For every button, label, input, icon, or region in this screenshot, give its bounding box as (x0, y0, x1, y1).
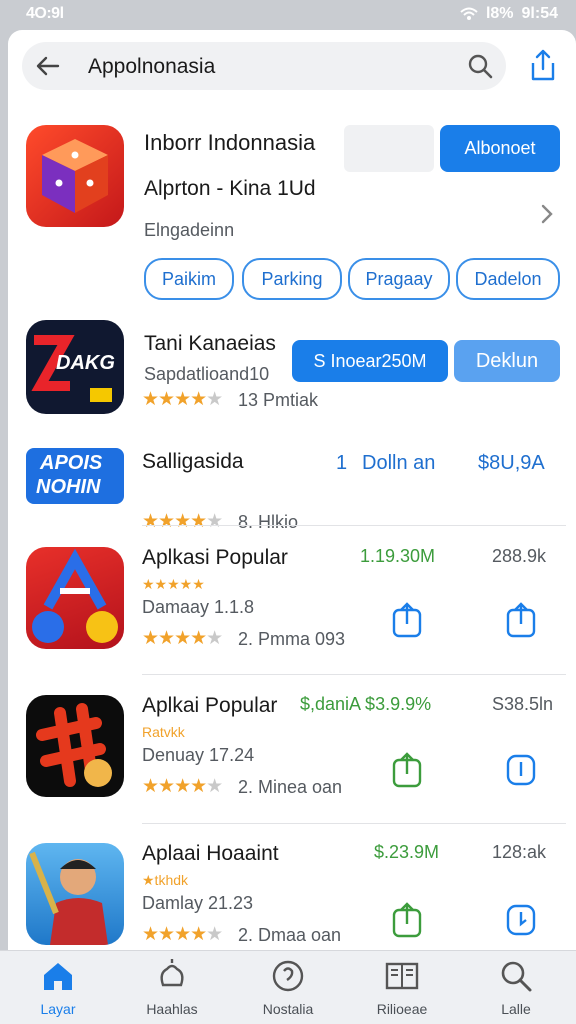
status-time: 4O:9l (26, 5, 64, 22)
size: 288.9k (492, 546, 547, 566)
size: S38.5ln (492, 694, 554, 714)
price: 1.19.30M (360, 546, 436, 566)
price: $.23.9M (374, 842, 440, 862)
tab-label: Haahlas (146, 1001, 198, 1017)
app-icon-dice (26, 125, 124, 227)
list-item[interactable]: Inborr Indonnasia Alprton - Kina 1Ud Eln… (8, 125, 576, 310)
divider (142, 674, 566, 675)
app-icon-popular-3 (26, 843, 124, 945)
rating-stars: ★★★★★ (142, 776, 223, 797)
tab-label: Layar (40, 1001, 76, 1017)
placeholder-button[interactable] (344, 125, 434, 172)
tab-rilioeae[interactable]: Rilioeae (352, 959, 452, 1017)
app-subtitle: Damlay 21.23 (142, 893, 254, 913)
app-title[interactable]: Aplaai Hoaaint (142, 842, 279, 866)
list-item[interactable]: DAKG Tani Kanaeias Sapdatlioand10 ★★★★★ … (8, 320, 576, 420)
app-icon-popular-2 (26, 695, 124, 797)
icon-text-1: APOIS (40, 452, 103, 474)
tag-stars: Ratvkk (142, 724, 185, 740)
app-title[interactable]: Aplkasi Popular (142, 546, 288, 570)
rating-stars: ★★★★★ (142, 924, 223, 945)
list-item[interactable]: Aplkasi Popular ★★★★★ Damaay 1.1.8 ★★★★★… (8, 542, 576, 672)
tag-stars: ★★★★★ (142, 576, 205, 592)
clock-right: 9l:54 (521, 5, 558, 22)
app-title[interactable]: Inborr Indonnasia (144, 130, 315, 156)
download-action-icon[interactable] (504, 752, 538, 788)
search-results-sheet: Appolnonasia Inborr Indonnasia Alprton -… (8, 30, 576, 950)
app-title[interactable]: Salligasida (142, 450, 244, 474)
filter-chip[interactable]: Pragaay (348, 258, 450, 300)
tab-label: Lalle (501, 1001, 531, 1017)
app-subtitle: Damaay 1.1.8 (142, 597, 255, 617)
status-icons: l8% 9l:54 (460, 5, 558, 23)
price-button[interactable]: S Inoear250M (292, 340, 448, 382)
list-item[interactable]: Aplaai Hoaaint ★tkhdk Damlay 21.23 ★★★★★… (8, 838, 576, 950)
book-icon (385, 962, 419, 990)
search-bar[interactable]: Appolnonasia (22, 42, 506, 90)
rating-count: 2. Pmma 093 (238, 629, 346, 649)
battery-percent: l8% (485, 5, 514, 22)
search-query[interactable]: Appolnonasia (88, 55, 215, 79)
tab-haahlas[interactable]: Haahlas (122, 959, 222, 1017)
share-icon[interactable] (528, 48, 558, 82)
letter-a-icon (32, 548, 118, 643)
app-icon-apois: APOIS NOHIN (26, 448, 124, 504)
icon-text-2: NOHIN (36, 476, 101, 498)
app-title[interactable]: Tani Kanaeias (144, 332, 276, 356)
rating-stars: ★★★★★ (142, 389, 223, 410)
filter-chip[interactable]: Paikim (144, 258, 234, 300)
app-subtitle: Sapdatlioand10 (144, 364, 270, 384)
dice-icon (42, 139, 108, 213)
size: 128:ak (492, 842, 547, 862)
rating-stars: ★★★★★ (142, 628, 223, 649)
rating-count: 2. Minea oan (238, 777, 343, 797)
app-icon-popular-1 (26, 547, 124, 649)
icon-text: DAKG (56, 352, 115, 374)
back-arrow-icon[interactable] (34, 52, 62, 80)
character-icon (29, 851, 108, 945)
bottom-tab-bar: Layar Haahlas Nostalia Rilioeae Lalle (0, 950, 576, 1024)
price: $,daniA $3.9.9% (300, 694, 432, 714)
rating-count: 8. Hlkio (238, 512, 299, 532)
app-subtitle: Denuay 17.24 (142, 745, 255, 765)
app-subtitle: Alprton - Kina 1Ud (144, 177, 316, 200)
share-action-icon[interactable] (390, 752, 424, 788)
rating-stars: ★★★★★ (142, 511, 223, 532)
share-action-icon[interactable] (504, 602, 538, 638)
filter-chip[interactable]: Dadelon (456, 258, 560, 300)
status-bar: 4O:9l l8% 9l:54 (0, 0, 576, 30)
tab-nostalia[interactable]: Nostalia (238, 959, 338, 1017)
rating-count: 13 Pmtiak (238, 390, 319, 410)
rating-count: 2. Dmaa oan (238, 925, 342, 945)
games-icon (272, 960, 304, 992)
download-action-icon[interactable] (504, 902, 538, 938)
tab-label: Nostalia (262, 1001, 314, 1017)
apps-icon (160, 959, 184, 987)
download-button[interactable]: Deklun (454, 340, 560, 382)
tag-stars: ★tkhdk (142, 872, 189, 888)
search-icon[interactable] (466, 52, 494, 80)
search-icon (501, 961, 532, 992)
tab-lalle[interactable]: Lalle (466, 959, 566, 1017)
hash-logo-icon (36, 703, 112, 787)
divider (142, 823, 566, 824)
app-title[interactable]: Aplkai Popular (142, 694, 277, 718)
home-icon (44, 963, 72, 990)
app-developer: Elngadeinn (144, 220, 235, 240)
chevron-right-icon[interactable] (540, 203, 554, 225)
wifi-icon (460, 7, 478, 20)
tab-label: Rilioeae (376, 1001, 428, 1017)
share-action-icon[interactable] (390, 602, 424, 638)
list-item[interactable]: Aplkai Popular Ratvkk Denuay 17.24 ★★★★★… (8, 690, 576, 820)
price-value[interactable]: $8U,9A (478, 452, 545, 475)
share-action-icon[interactable] (390, 902, 424, 938)
price-count: 1 (336, 452, 348, 474)
get-button[interactable]: Albonoet (440, 125, 560, 172)
app-icon-dakg: DAKG (26, 320, 124, 414)
price-label[interactable]: Dolln an (362, 452, 435, 475)
filter-chip[interactable]: Parking (242, 258, 342, 300)
tab-layar[interactable]: Layar (8, 959, 108, 1017)
divider (142, 525, 566, 526)
